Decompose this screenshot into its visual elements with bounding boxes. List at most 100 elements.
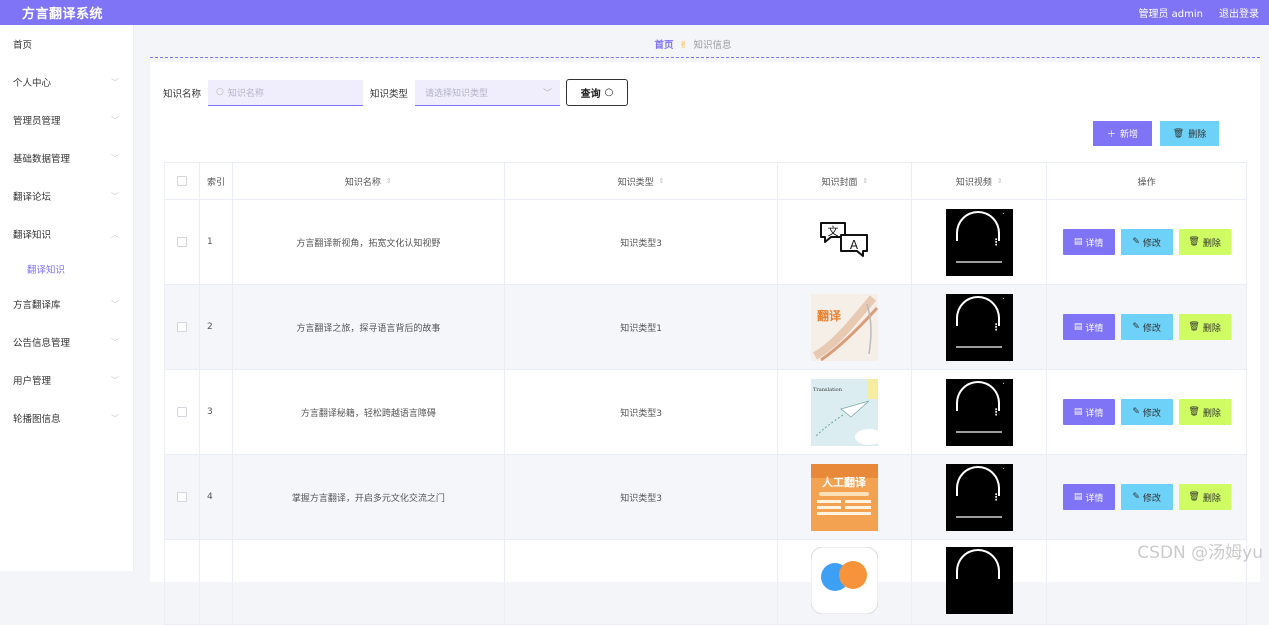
trash-icon: 🗑 — [1188, 237, 1199, 247]
video-player[interactable]: ˅ ⋮ — [946, 209, 1013, 276]
sidebar-subitem-knowledge[interactable]: 翻译知识 — [0, 253, 133, 285]
header-name[interactable]: 知识名称⇕ — [233, 163, 505, 200]
sidebar-item-forum[interactable]: 翻译论坛﹀ — [0, 177, 133, 215]
edit-button[interactable]: ✎修改 — [1121, 314, 1173, 340]
sidebar-item-users[interactable]: 用户管理 ﹀ — [0, 361, 133, 399]
sidebar-item-knowledge[interactable]: 翻译知识︿ — [0, 215, 133, 253]
cover-text: 翻译 — [817, 308, 842, 323]
sort-icon: ⇕ — [997, 177, 1003, 185]
detail-button[interactable]: ▤详情 — [1063, 399, 1115, 425]
table-row: 2 方言翻译之旅，探寻语言背后的故事 知识类型1 翻译 ˅ ⋮ — [165, 285, 1247, 370]
type-select[interactable]: 请选择知识类型 ﹀ — [415, 80, 560, 106]
sidebar-item-admin-management[interactable]: 管理员管理﹀ — [0, 101, 133, 139]
chevron-down-icon: ﹀ — [111, 337, 119, 348]
row-checkbox[interactable] — [177, 237, 187, 247]
batch-delete-button[interactable]: 🗑删除 — [1160, 121, 1219, 146]
query-button[interactable]: 查询 ○ — [566, 79, 628, 106]
header-type[interactable]: 知识类型⇕ — [505, 163, 779, 200]
chevron-down-icon: ﹀ — [111, 77, 119, 88]
delete-button[interactable]: 🗑删除 — [1179, 314, 1231, 340]
document-icon: ▤ — [1074, 237, 1083, 247]
svg-text:A: A — [850, 238, 859, 252]
main-content: 首页✌知识信息 知识名称 ○ 知识名称 知识类型 请选择知识类型 ﹀ 查询 ○ … — [134, 25, 1269, 571]
row-checkbox[interactable] — [177, 492, 187, 502]
row-index: 1 — [200, 200, 233, 285]
detail-button[interactable]: ▤详情 — [1063, 229, 1115, 255]
edit-button[interactable]: ✎修改 — [1121, 399, 1173, 425]
edit-label: 修改 — [1143, 236, 1161, 249]
detail-button[interactable]: ▤详情 — [1063, 484, 1115, 510]
video-progress[interactable] — [956, 431, 1002, 433]
row-type: 知识类型3 — [505, 200, 779, 285]
video-progress[interactable] — [956, 346, 1002, 348]
row-checkbox[interactable] — [177, 407, 187, 417]
edit-label: 修改 — [1143, 491, 1161, 504]
batch-delete-label: 删除 — [1188, 127, 1206, 140]
app-logo-cover-image — [811, 547, 878, 614]
document-icon: ▤ — [1074, 322, 1083, 332]
select-all-checkbox[interactable] — [177, 176, 187, 186]
sidebar-item-label: 个人中心 — [13, 75, 51, 89]
row-type: 知识类型3 — [505, 370, 779, 455]
header-cover-label: 知识封面 — [821, 175, 857, 188]
more-icon[interactable]: ⋮ — [992, 239, 1001, 248]
video-player[interactable]: ˅ ⋮ — [946, 464, 1013, 531]
more-icon[interactable]: ⋮ — [992, 409, 1001, 418]
more-icon[interactable]: ⋮ — [992, 494, 1001, 503]
video-player[interactable] — [946, 547, 1013, 614]
name-search-placeholder: 知识名称 — [228, 86, 264, 99]
sort-icon: ⇕ — [659, 177, 665, 185]
header-video[interactable]: 知识视频 ⇕ — [912, 163, 1047, 200]
row-type: 知识类型1 — [505, 285, 779, 370]
sidebar-item-label: 用户管理 — [13, 373, 51, 387]
sidebar-item-label: 首页 — [13, 37, 32, 51]
search-icon: ○ — [605, 87, 614, 98]
row-index: 2 — [200, 285, 233, 370]
video-progress[interactable] — [956, 516, 1002, 518]
chevron-down-icon: ﹀ — [111, 375, 119, 386]
sidebar-item-base-data[interactable]: 基础数据管理﹀ — [0, 139, 133, 177]
video-progress[interactable] — [956, 261, 1002, 263]
row-name: 方言翻译秘籍，轻松跨越语言障碍 — [233, 370, 505, 455]
sidebar: 首页 个人中心 ﹀ 管理员管理﹀ 基础数据管理﹀ 翻译论坛﹀ 翻译知识︿ 翻译知识… — [0, 25, 134, 571]
sidebar-item-announcements[interactable]: 公告信息管理﹀ — [0, 323, 133, 361]
ribbon-cover-image: 翻译 — [811, 294, 878, 361]
delete-label: 删除 — [1203, 321, 1221, 334]
sidebar-item-dialect-library[interactable]: 方言翻译库﹀ — [0, 285, 133, 323]
video-player[interactable]: ˅ ⋮ — [946, 294, 1013, 361]
edit-icon: ✎ — [1132, 407, 1140, 417]
name-search-input[interactable]: ○ 知识名称 — [208, 80, 363, 106]
knowledge-table: 索引 知识名称⇕ 知识类型⇕ 知识封面⇕ 知识视频⇕ 操作 1 方言翻译新视角，… — [164, 162, 1247, 625]
delete-button[interactable]: 🗑删除 — [1179, 399, 1231, 425]
header-cover[interactable]: 知识封面⇕ — [778, 163, 912, 200]
logout-link[interactable]: 退出登录 — [1219, 5, 1259, 20]
row-checkbox[interactable] — [177, 322, 187, 332]
sidebar-item-personal-center[interactable]: 个人中心 ﹀ — [0, 63, 133, 101]
edit-button[interactable]: ✎修改 — [1121, 484, 1173, 510]
table-header-row: 索引 知识名称⇕ 知识类型⇕ 知识封面⇕ 知识视频⇕ 操作 — [165, 163, 1247, 200]
delete-button[interactable]: 🗑删除 — [1179, 229, 1231, 255]
chevron-down-icon: ﹀ — [111, 191, 119, 202]
add-button[interactable]: ＋新增 — [1093, 121, 1152, 146]
watermark: CSDN @汤姆yu — [1137, 538, 1263, 563]
type-search-label: 知识类型 — [370, 86, 408, 100]
sidebar-item-label: 翻译知识 — [13, 227, 51, 241]
admin-user-menu[interactable]: 管理员 admin — [1138, 5, 1203, 20]
row-name — [233, 540, 505, 625]
detail-label: 详情 — [1085, 406, 1103, 419]
top-bar: 方言翻译系统 管理员 admin 退出登录 — [0, 0, 1269, 25]
document-icon: ▤ — [1074, 492, 1083, 502]
delete-button[interactable]: 🗑删除 — [1179, 484, 1231, 510]
breadcrumb-home[interactable]: 首页 — [655, 40, 674, 51]
delete-label: 删除 — [1203, 491, 1221, 504]
chevron-down-icon: ﹀ — [111, 299, 119, 310]
more-icon[interactable]: ⋮ — [992, 324, 1001, 333]
detail-button[interactable]: ▤详情 — [1063, 314, 1115, 340]
edit-button[interactable]: ✎修改 — [1121, 229, 1173, 255]
video-player[interactable]: ˅ ⋮ — [946, 379, 1013, 446]
sidebar-item-home[interactable]: 首页 — [0, 25, 133, 63]
sidebar-item-carousel[interactable]: 轮播图信息﹀ — [0, 399, 133, 437]
svg-text:文: 文 — [828, 224, 839, 238]
row-name: 方言翻译新视角，拓宽文化认知视野 — [233, 200, 505, 285]
header-video-label: 知识视频 — [956, 175, 992, 188]
